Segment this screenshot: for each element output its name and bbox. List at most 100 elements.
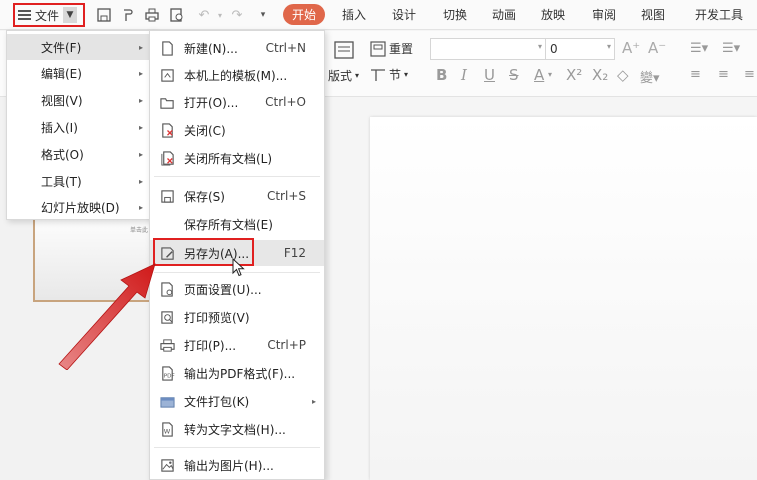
menu-item-convert-text[interactable]: W 转为文字文档(H)... xyxy=(150,416,324,442)
save-as-icon xyxy=(159,245,175,261)
menu-item-label: 插入(I) xyxy=(41,120,78,135)
menu-item-label: 文件打包(K) xyxy=(184,394,250,409)
tab-insert[interactable]: 插入 xyxy=(342,6,366,23)
menu-item-label: 保存(S) xyxy=(184,189,225,204)
menu-item-label: 关闭(C) xyxy=(184,123,226,138)
chevron-down-icon[interactable]: ▼ xyxy=(63,7,78,23)
menu-item-package[interactable]: 文件打包(K) ▸ xyxy=(150,388,324,414)
chevron-right-icon: ▸ xyxy=(138,122,143,132)
layout-icon[interactable] xyxy=(334,41,354,59)
save-icon[interactable] xyxy=(95,6,113,24)
menu-item-shortcut: Ctrl+N xyxy=(265,41,306,55)
clear-format-icon[interactable]: ◇ xyxy=(617,66,629,84)
menu-item-format[interactable]: 格式(O) ▸ xyxy=(7,141,153,167)
tab-animation[interactable]: 动画 xyxy=(492,6,516,23)
menu-item-export-pdf[interactable]: PDF 输出为PDF格式(F)... xyxy=(150,360,324,386)
template-icon xyxy=(159,67,175,83)
menu-item-label: 视图(V) xyxy=(41,93,83,108)
svg-text:PDF: PDF xyxy=(163,373,174,379)
menu-item-save[interactable]: 保存(S) Ctrl+S xyxy=(150,183,324,209)
menu-item-page-setup[interactable]: 页面设置(U)... xyxy=(150,276,324,302)
menu-item-label: 格式(O) xyxy=(41,147,84,162)
menu-item-insert[interactable]: 插入(I) ▸ xyxy=(7,114,153,140)
chevron-right-icon: ▸ xyxy=(138,149,143,159)
tab-slideshow[interactable]: 放映 xyxy=(541,6,565,23)
chevron-right-icon: ▸ xyxy=(138,176,143,186)
font-color-icon[interactable]: A xyxy=(534,66,544,84)
menu-item-file[interactable]: 文件(F) ▸ xyxy=(7,34,153,60)
file-submenu: 新建(N)... Ctrl+N 本机上的模板(M)... 打开(O)... Ct… xyxy=(149,30,325,480)
menu-item-label: 新建(N)... xyxy=(184,41,238,56)
tab-review[interactable]: 审阅 xyxy=(592,6,616,23)
format-painter-icon[interactable] xyxy=(119,6,137,24)
chevron-down-icon: ▾ xyxy=(355,71,360,80)
chevron-down-icon: ▾ xyxy=(404,70,409,79)
menu-item-open[interactable]: 打开(O)... Ctrl+O xyxy=(150,89,324,115)
align-center-icon[interactable]: ≡ xyxy=(718,67,729,82)
image-export-icon xyxy=(159,457,175,473)
new-doc-icon xyxy=(159,40,175,56)
subscript-icon[interactable]: X₂ xyxy=(592,66,608,84)
menu-item-label: 页面设置(U)... xyxy=(184,282,262,297)
font-size-value: 0 xyxy=(550,42,558,56)
superscript-icon[interactable]: X² xyxy=(566,66,582,84)
menu-item-slideshow[interactable]: 幻灯片放映(D) ▸ xyxy=(7,194,153,220)
undo-dropdown-icon[interactable]: ▾ xyxy=(211,6,229,24)
menu-item-print[interactable]: 打印(P)... Ctrl+P xyxy=(150,332,324,358)
chevron-right-icon: ▸ xyxy=(311,396,316,406)
strikethrough-icon[interactable]: S xyxy=(509,66,519,84)
print-icon[interactable] xyxy=(143,6,161,24)
section-button[interactable]: 节 ▾ xyxy=(370,66,408,83)
menu-item-save-all[interactable]: 保存所有文档(E) xyxy=(150,211,324,237)
menu-item-new[interactable]: 新建(N)... Ctrl+N xyxy=(150,35,324,61)
menu-separator xyxy=(154,176,320,177)
chevron-right-icon: ▸ xyxy=(138,42,143,52)
menu-item-tools[interactable]: 工具(T) ▸ xyxy=(7,168,153,194)
font-shrink-icon[interactable]: A⁻ xyxy=(648,39,666,57)
bold-icon[interactable]: B xyxy=(436,66,447,84)
redo-icon[interactable]: ↷ xyxy=(228,6,246,24)
tab-design[interactable]: 设计 xyxy=(392,6,416,23)
menu-item-label: 打印预览(V) xyxy=(184,310,250,325)
menu-item-close-all[interactable]: 关闭所有文档(L) xyxy=(150,145,324,171)
menu-item-print-preview[interactable]: 打印预览(V) xyxy=(150,304,324,330)
menu-item-template[interactable]: 本机上的模板(M)... xyxy=(150,62,324,88)
chevron-down-icon[interactable]: ▾ xyxy=(548,70,552,79)
menu-item-edit[interactable]: 编辑(E) ▸ xyxy=(7,60,153,86)
slide-canvas[interactable] xyxy=(370,117,757,480)
hamburger-icon xyxy=(18,10,31,20)
font-name-select[interactable]: ▾ xyxy=(430,38,546,60)
file-menu-button[interactable]: 文件 ▼ xyxy=(13,3,85,27)
font-grow-icon[interactable]: A⁺ xyxy=(622,39,640,57)
tab-start[interactable]: 开始 xyxy=(283,4,325,25)
menu-item-export-image[interactable]: 输出为图片(H)... xyxy=(150,452,324,478)
reset-button[interactable]: 重置 xyxy=(370,40,413,57)
thumbnail-caption: 单击此 xyxy=(130,227,149,234)
save-icon xyxy=(159,188,175,204)
print-preview-icon[interactable] xyxy=(168,6,186,24)
align-left-icon[interactable]: ≡ xyxy=(690,67,701,82)
align-right-icon[interactable]: ≡ xyxy=(744,67,755,82)
phonetic-icon[interactable]: 變▾ xyxy=(640,67,660,86)
folder-open-icon xyxy=(159,94,175,110)
menu-item-label: 保存所有文档(E) xyxy=(184,217,273,232)
menu-item-close[interactable]: 关闭(C) xyxy=(150,117,324,143)
menu-item-label: 本机上的模板(M)... xyxy=(184,68,288,83)
font-size-select[interactable]: 0 ▾ xyxy=(545,38,615,60)
numbered-list-icon[interactable]: ☰▾ xyxy=(722,41,740,56)
section-label: 节 xyxy=(389,68,402,82)
layout-button[interactable]: 版式 ▾ xyxy=(328,67,359,84)
reset-label: 重置 xyxy=(389,42,414,56)
underline-icon[interactable]: U xyxy=(484,66,495,84)
tab-view[interactable]: 视图 xyxy=(641,6,665,23)
menu-item-shortcut: Ctrl+S xyxy=(266,189,306,203)
menu-item-label: 打印(P)... xyxy=(184,338,237,353)
italic-icon[interactable]: I xyxy=(461,66,467,84)
menu-item-shortcut: Ctrl+O xyxy=(265,95,306,109)
bullet-list-icon[interactable]: ☰▾ xyxy=(690,41,708,56)
mouse-cursor-icon xyxy=(232,258,245,277)
more-dropdown-icon[interactable]: ▾ xyxy=(254,6,272,24)
tab-developer[interactable]: 开发工具 xyxy=(695,6,743,23)
menu-item-view[interactable]: 视图(V) ▸ xyxy=(7,87,153,113)
tab-transition[interactable]: 切换 xyxy=(443,6,467,23)
